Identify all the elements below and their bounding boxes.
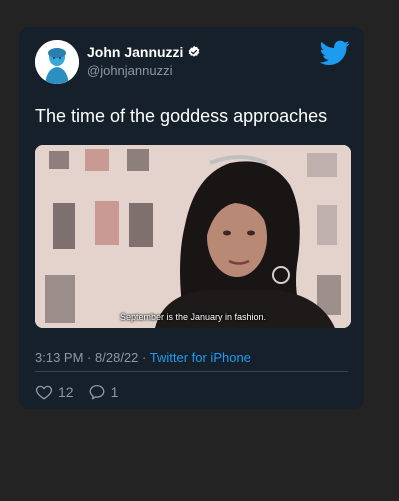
media-subtitle: September is the January in fashion. [119, 312, 267, 322]
tweet-date[interactable]: 8/28/22 [95, 350, 138, 365]
avatar[interactable] [35, 40, 79, 84]
tweet-actions: 12 1 [35, 383, 118, 401]
author-handle[interactable]: @johnjannuzzi [87, 63, 172, 78]
reply-button[interactable]: 1 [88, 383, 119, 401]
meta-separator: · [87, 350, 92, 365]
reply-icon [89, 384, 105, 400]
avatar-statue-image [35, 40, 79, 84]
twitter-bird-icon[interactable] [320, 40, 350, 66]
tweet-time[interactable]: 3:13 PM [35, 350, 83, 365]
like-button[interactable]: 12 [35, 383, 74, 401]
tweet-media-image[interactable]: September is the January in fashion. [35, 145, 351, 328]
like-count: 12 [58, 384, 74, 400]
media-scene [35, 145, 351, 328]
tweet-meta: 3:13 PM · 8/28/22 · Twitter for iPhone [35, 350, 251, 365]
author-row: John Jannuzzi [87, 44, 201, 60]
author-name[interactable]: John Jannuzzi [87, 44, 183, 60]
tweet-text: The time of the goddess approaches [35, 106, 328, 126]
meta-separator: · [142, 350, 147, 365]
divider [35, 371, 348, 372]
heart-icon [35, 385, 53, 400]
tweet-source-link[interactable]: Twitter for iPhone [150, 350, 251, 365]
verified-badge-icon [189, 45, 200, 57]
reply-count: 1 [110, 384, 119, 400]
tweet-card: John Jannuzzi @johnjannuzzi The time of … [19, 27, 364, 409]
